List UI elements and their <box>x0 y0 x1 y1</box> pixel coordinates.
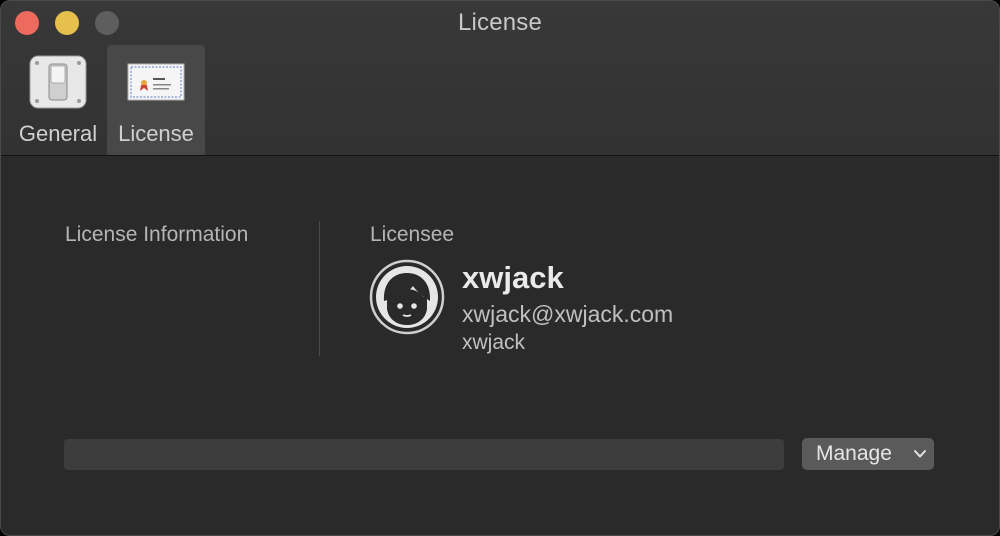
manage-button-label: Manage <box>816 442 892 465</box>
tab-license[interactable]: License <box>107 45 205 155</box>
licensee-heading: Licensee <box>370 223 455 246</box>
window-title: License <box>457 9 543 36</box>
license-pane: License Information Licensee xwjack xwja… <box>1 156 999 535</box>
tab-general[interactable]: General <box>9 45 107 155</box>
user-avatar-icon <box>369 259 445 335</box>
titlebar-toolbar: License General License <box>1 1 999 156</box>
manage-popup-button[interactable]: Manage <box>802 438 934 470</box>
toggle-switch-icon <box>29 55 87 109</box>
chevron-down-icon <box>914 450 926 458</box>
licensee-email: xwjack@xwjack.com <box>462 301 674 327</box>
license-information-heading: License Information <box>65 223 249 246</box>
licensee-name: xwjack <box>462 260 564 295</box>
tab-license-label: License <box>118 121 194 146</box>
license-window: License General License License Informat… <box>0 0 1000 536</box>
license-key-field[interactable] <box>64 439 784 470</box>
certificate-icon <box>127 63 185 101</box>
vertical-divider <box>319 221 320 356</box>
tab-general-label: General <box>18 121 98 146</box>
licensee-id: xwjack <box>462 331 526 354</box>
